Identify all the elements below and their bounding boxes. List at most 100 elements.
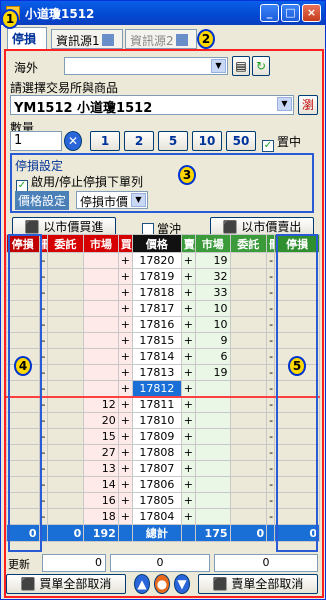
sell-cell[interactable]: +: [180, 444, 196, 461]
buy-order-cell[interactable]: [46, 332, 85, 349]
sell-delete-cell[interactable]: -: [266, 476, 276, 493]
sell-cell[interactable]: +: [180, 395, 196, 413]
buy-order-cell[interactable]: [46, 348, 85, 365]
buy-order-cell[interactable]: [46, 284, 85, 301]
sell-delete-cell[interactable]: -: [266, 332, 276, 349]
buy-cell[interactable]: +: [117, 412, 133, 429]
buy-order-cell[interactable]: [46, 476, 85, 493]
sell-order-cell[interactable]: [229, 380, 268, 397]
sell-cell[interactable]: +: [180, 476, 196, 493]
buy-cell[interactable]: +: [117, 348, 133, 365]
buy-cell[interactable]: +: [117, 300, 133, 317]
scroll-up-button[interactable]: ▲: [134, 574, 150, 594]
sell-delete-cell[interactable]: -: [266, 508, 276, 525]
buy-cell[interactable]: +: [117, 364, 133, 381]
buy-cell[interactable]: +: [117, 476, 133, 493]
buy-order-cell[interactable]: [46, 268, 85, 285]
sell-order-cell[interactable]: [229, 460, 268, 477]
buy-order-cell[interactable]: [46, 412, 85, 429]
sell-order-cell[interactable]: [229, 428, 268, 445]
clipboard-button[interactable]: ▤: [232, 56, 250, 76]
buy-order-cell[interactable]: [46, 428, 85, 445]
sell-cell[interactable]: +: [180, 492, 196, 509]
sell-order-cell[interactable]: [229, 348, 268, 365]
sell-order-cell[interactable]: [229, 444, 268, 461]
buy-cell[interactable]: +: [117, 428, 133, 445]
browse-button[interactable]: 瀏: [298, 95, 318, 115]
buy-order-cell[interactable]: [46, 508, 85, 525]
buy-order-cell[interactable]: [46, 460, 85, 477]
quantity-preset-50[interactable]: 50: [226, 131, 256, 151]
sell-delete-cell[interactable]: -: [266, 284, 276, 301]
sell-delete-cell[interactable]: -: [266, 395, 276, 413]
sell-cell[interactable]: +: [180, 252, 196, 269]
quantity-preset-2[interactable]: 2: [124, 131, 154, 151]
sell-order-cell[interactable]: [229, 332, 268, 349]
buy-order-cell[interactable]: [46, 492, 85, 509]
buy-cell[interactable]: +: [117, 395, 133, 413]
sell-cell[interactable]: +: [180, 460, 196, 477]
sell-delete-cell[interactable]: -: [266, 428, 276, 445]
buy-cell[interactable]: +: [117, 284, 133, 301]
account-select[interactable]: ▼: [64, 57, 228, 75]
sell-order-cell[interactable]: [229, 412, 268, 429]
sell-order-cell[interactable]: [229, 252, 268, 269]
sell-delete-cell[interactable]: -: [266, 300, 276, 317]
sell-order-cell[interactable]: [229, 508, 268, 525]
buy-cell[interactable]: +: [117, 332, 133, 349]
quantity-preset-1[interactable]: 1: [90, 131, 120, 151]
buy-cell[interactable]: +: [117, 444, 133, 461]
sell-delete-cell[interactable]: -: [266, 348, 276, 365]
center-toggle[interactable]: ✓ 置中: [262, 133, 301, 152]
sell-order-cell[interactable]: [229, 364, 268, 381]
sell-cell[interactable]: +: [180, 348, 196, 365]
maximize-button[interactable]: □: [281, 4, 300, 22]
buy-order-cell[interactable]: [46, 380, 85, 397]
stoploss-enable-toggle[interactable]: ✓ 啟用/停止停損下單列: [16, 173, 143, 192]
sell-cell[interactable]: +: [180, 268, 196, 285]
sell-cell[interactable]: +: [180, 508, 196, 525]
sell-order-cell[interactable]: [229, 476, 268, 493]
sell-cell[interactable]: +: [180, 428, 196, 445]
scroll-down-button[interactable]: ▼: [174, 574, 190, 594]
buy-order-cell[interactable]: [46, 316, 85, 333]
sell-delete-cell[interactable]: -: [266, 412, 276, 429]
cancel-all-buy-button[interactable]: ⬛ 買單全部取消: [6, 574, 126, 594]
tab-stoploss[interactable]: 停損: [7, 27, 47, 49]
buy-cell[interactable]: +: [117, 316, 133, 333]
buy-cell[interactable]: +: [117, 460, 133, 477]
sell-order-cell[interactable]: [229, 492, 268, 509]
quantity-input[interactable]: 1: [10, 131, 62, 151]
sell-delete-cell[interactable]: -: [266, 492, 276, 509]
refresh-button[interactable]: ↻: [252, 56, 270, 76]
close-button[interactable]: ×: [302, 4, 321, 22]
sell-cell[interactable]: +: [180, 332, 196, 349]
sell-delete-cell[interactable]: -: [266, 252, 276, 269]
sell-delete-cell[interactable]: -: [266, 444, 276, 461]
sell-cell[interactable]: +: [180, 412, 196, 429]
product-select[interactable]: YM1512 小道瓊1512 ▼: [10, 95, 294, 116]
sell-cell[interactable]: +: [180, 380, 196, 397]
sell-cell[interactable]: +: [180, 300, 196, 317]
cancel-all-sell-button[interactable]: ⬛ 賣單全部取消: [198, 574, 318, 594]
quantity-preset-10[interactable]: 10: [192, 131, 222, 151]
buy-cell[interactable]: +: [117, 252, 133, 269]
buy-order-cell[interactable]: [46, 395, 85, 413]
sell-delete-cell[interactable]: -: [266, 268, 276, 285]
sell-cell[interactable]: +: [180, 364, 196, 381]
clear-quantity-button[interactable]: ✕: [64, 131, 82, 151]
sell-order-cell[interactable]: [229, 268, 268, 285]
quantity-preset-5[interactable]: 5: [158, 131, 188, 151]
sell-order-cell[interactable]: [229, 395, 268, 413]
sell-cell[interactable]: +: [180, 284, 196, 301]
sell-cell[interactable]: +: [180, 316, 196, 333]
tab-info-source-2[interactable]: 資訊源2: [125, 29, 197, 49]
center-checkbox[interactable]: ✓: [262, 140, 274, 152]
price-setting-select[interactable]: 停損市價 ▼: [76, 191, 148, 209]
sell-delete-cell[interactable]: -: [266, 380, 276, 397]
sell-order-cell[interactable]: [229, 300, 268, 317]
buy-order-cell[interactable]: [46, 364, 85, 381]
buy-cell[interactable]: +: [117, 492, 133, 509]
center-price-button[interactable]: ●: [154, 574, 170, 594]
buy-order-cell[interactable]: [46, 444, 85, 461]
